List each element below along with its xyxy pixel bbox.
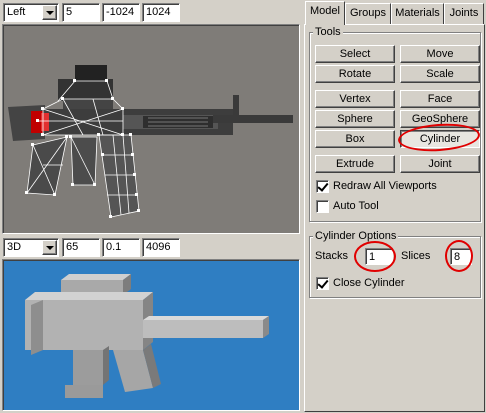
cylinder-options-title: Cylinder Options bbox=[313, 230, 399, 242]
box-button[interactable]: Box bbox=[315, 130, 395, 148]
slices-label: Slices bbox=[401, 250, 431, 262]
stacks-input[interactable]: 1 bbox=[365, 248, 393, 265]
tab-materials[interactable]: Materials bbox=[391, 3, 444, 24]
bottom-view-select[interactable]: 3D bbox=[3, 238, 59, 257]
redraw-all-viewports-label: Redraw All Viewports bbox=[333, 180, 437, 192]
move-button[interactable]: Move bbox=[400, 45, 480, 63]
scale-button[interactable]: Scale bbox=[400, 65, 480, 83]
tools-group-title: Tools bbox=[313, 26, 343, 38]
redraw-all-viewports-checkbox[interactable] bbox=[316, 180, 329, 193]
3d-viewport[interactable] bbox=[2, 259, 300, 411]
rotate-button[interactable]: Rotate bbox=[315, 65, 395, 83]
slices-input[interactable]: 8 bbox=[450, 248, 472, 265]
3d-model-preview-image bbox=[25, 274, 269, 398]
auto-tool-label: Auto Tool bbox=[333, 200, 379, 212]
top-view-select-value: Left bbox=[7, 6, 26, 18]
bottom-field-3[interactable]: 4096 bbox=[142, 238, 180, 257]
cylinder-button[interactable]: Cylinder bbox=[400, 130, 480, 148]
rifle-wireframe-image bbox=[8, 65, 293, 218]
tab-groups[interactable]: Groups bbox=[345, 3, 391, 24]
select-button[interactable]: Select bbox=[315, 45, 395, 63]
close-cylinder-label: Close Cylinder bbox=[333, 277, 405, 289]
extrude-button[interactable]: Extrude bbox=[315, 155, 395, 173]
top-field-2[interactable]: -1024 bbox=[102, 3, 140, 22]
top-view-select[interactable]: Left bbox=[3, 3, 59, 22]
top-field-1[interactable]: 5 bbox=[62, 3, 100, 22]
top-field-3[interactable]: 1024 bbox=[142, 3, 180, 22]
close-cylinder-checkbox[interactable] bbox=[316, 277, 329, 290]
geosphere-button[interactable]: GeoSphere bbox=[400, 110, 480, 128]
tab-model[interactable]: Model bbox=[305, 1, 345, 25]
bottom-field-1[interactable]: 65 bbox=[62, 238, 100, 257]
tab-joints[interactable]: Joints bbox=[444, 3, 484, 24]
bottom-view-select-value: 3D bbox=[7, 241, 22, 253]
vertex-button[interactable]: Vertex bbox=[315, 90, 395, 108]
sphere-button[interactable]: Sphere bbox=[315, 110, 395, 128]
left-viewport[interactable] bbox=[2, 24, 300, 234]
chevron-down-icon[interactable] bbox=[42, 240, 57, 255]
bottom-field-2[interactable]: 0.1 bbox=[102, 238, 140, 257]
face-button[interactable]: Face bbox=[400, 90, 480, 108]
chevron-down-icon[interactable] bbox=[42, 5, 57, 20]
auto-tool-checkbox[interactable] bbox=[316, 200, 329, 213]
joint-button[interactable]: Joint bbox=[400, 155, 480, 173]
stacks-label: Stacks bbox=[315, 250, 349, 262]
